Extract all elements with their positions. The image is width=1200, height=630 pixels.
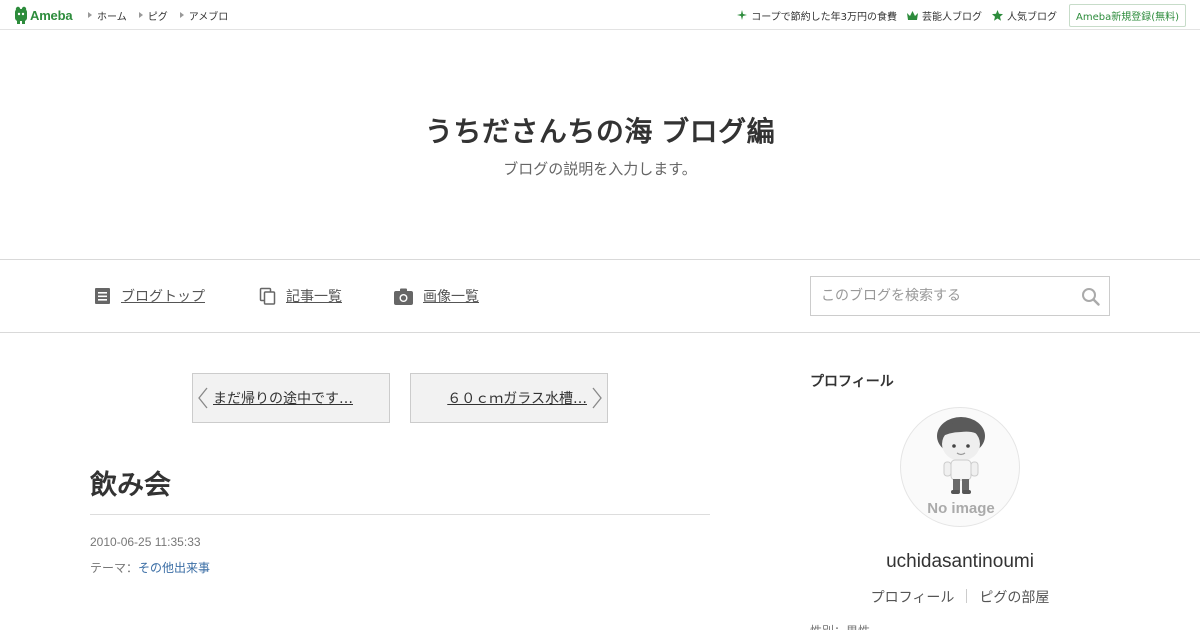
global-nav-pigg-label: ピグ [147, 11, 168, 23]
prev-entry-label: まだ帰りの途中です… [213, 391, 353, 407]
entry-theme-label: テーマ： [90, 561, 139, 575]
ameba-logo-text: Ameba [30, 7, 73, 23]
nav-entry-list-label: 記事一覧 [286, 289, 342, 305]
blog-header: うちださんちの海 ブログ編 ブログの説明を入力します。 [0, 30, 1200, 260]
nav-image-list[interactable]: 画像一覧 [394, 286, 479, 306]
copy-pages-icon [259, 287, 276, 305]
nav-image-list-label: 画像一覧 [423, 289, 479, 305]
search-icon [1081, 287, 1100, 306]
next-entry-button[interactable]: ６０ｃｍガラス水槽… [410, 373, 608, 423]
ameba-logo[interactable]: Ameba [14, 6, 73, 24]
global-nav-ameblo[interactable]: アメブロ [179, 8, 229, 23]
entry-theme-link[interactable]: その他出来事 [138, 561, 210, 575]
popular-blog-link-label: 人気ブログ [1006, 11, 1057, 23]
entry-theme: テーマ：その他出来事 [90, 559, 210, 576]
celebrity-blog-link-label: 芸能人ブログ [921, 11, 982, 23]
document-icon [95, 288, 110, 304]
blog-search-button[interactable] [1071, 277, 1109, 315]
nav-blog-top-label: ブログトップ [121, 289, 205, 305]
star-icon [991, 9, 1003, 21]
promo-link-label: コープで節約した年3万円の食費 [751, 11, 897, 23]
signup-button[interactable]: Ameba新規登録(無料) [1068, 3, 1186, 27]
global-nav-home-label: ホーム [97, 11, 127, 23]
chevron-left-icon [193, 387, 213, 409]
global-header: Ameba ホーム ピグ アメブロ コープで節約した年3万円の食費 芸能人ブログ… [0, 0, 1200, 30]
sparkle-icon [737, 10, 748, 20]
global-nav-ameblo-label: アメブロ [188, 11, 229, 23]
blog-search [810, 276, 1110, 316]
entry-title[interactable]: 飲み会 [90, 463, 171, 502]
profile-link[interactable]: プロフィール [859, 587, 967, 607]
nav-entry-list[interactable]: 記事一覧 [259, 286, 342, 306]
blog-description: ブログの説明を入力します。 [503, 160, 697, 178]
blog-search-input[interactable] [811, 277, 1071, 315]
prev-entry-button[interactable]: まだ帰りの途中です… [192, 373, 390, 423]
profile-links: プロフィール ピグの部屋 [810, 587, 1110, 607]
entry-title-divider [90, 514, 710, 515]
chevron-right-icon [587, 387, 607, 409]
global-header-right: コープで節約した年3万円の食費 芸能人ブログ 人気ブログ Ameba新規登録(無… [727, 0, 1186, 30]
avatar[interactable]: No image [900, 407, 1020, 527]
blog-nav: ブログトップ 記事一覧 画像一覧 [0, 260, 1200, 333]
global-nav-pigg[interactable]: ピグ [138, 8, 168, 23]
triangle-right-icon [179, 12, 184, 18]
triangle-right-icon [88, 12, 92, 18]
celebrity-blog-link[interactable]: 芸能人ブログ [906, 8, 982, 23]
camera-icon [394, 288, 413, 305]
nav-blog-top[interactable]: ブログトップ [94, 286, 205, 306]
blog-title[interactable]: うちださんちの海 ブログ編 [0, 110, 1200, 150]
triangle-right-icon [138, 12, 143, 18]
crown-icon [906, 10, 918, 20]
popular-blog-link[interactable]: 人気ブログ [991, 8, 1057, 23]
entry-date: 2010-06-25 11:35:33 [90, 535, 201, 549]
promo-link[interactable]: コープで節約した年3万円の食費 [737, 8, 897, 23]
avatar-no-image-text: No image [927, 500, 995, 517]
next-entry-label: ６０ｃｍガラス水槽… [447, 391, 587, 407]
ameba-logo-icon [15, 6, 27, 24]
profile-gender: 性別：男性 [810, 622, 870, 630]
pigg-room-link[interactable]: ピグの部屋 [967, 587, 1061, 607]
profile-heading: プロフィール [810, 374, 894, 390]
global-nav-home[interactable]: ホーム [88, 8, 127, 23]
profile-username[interactable]: uchidasantinoumi [810, 551, 1110, 573]
global-nav: ホーム ピグ アメブロ [88, 0, 240, 30]
